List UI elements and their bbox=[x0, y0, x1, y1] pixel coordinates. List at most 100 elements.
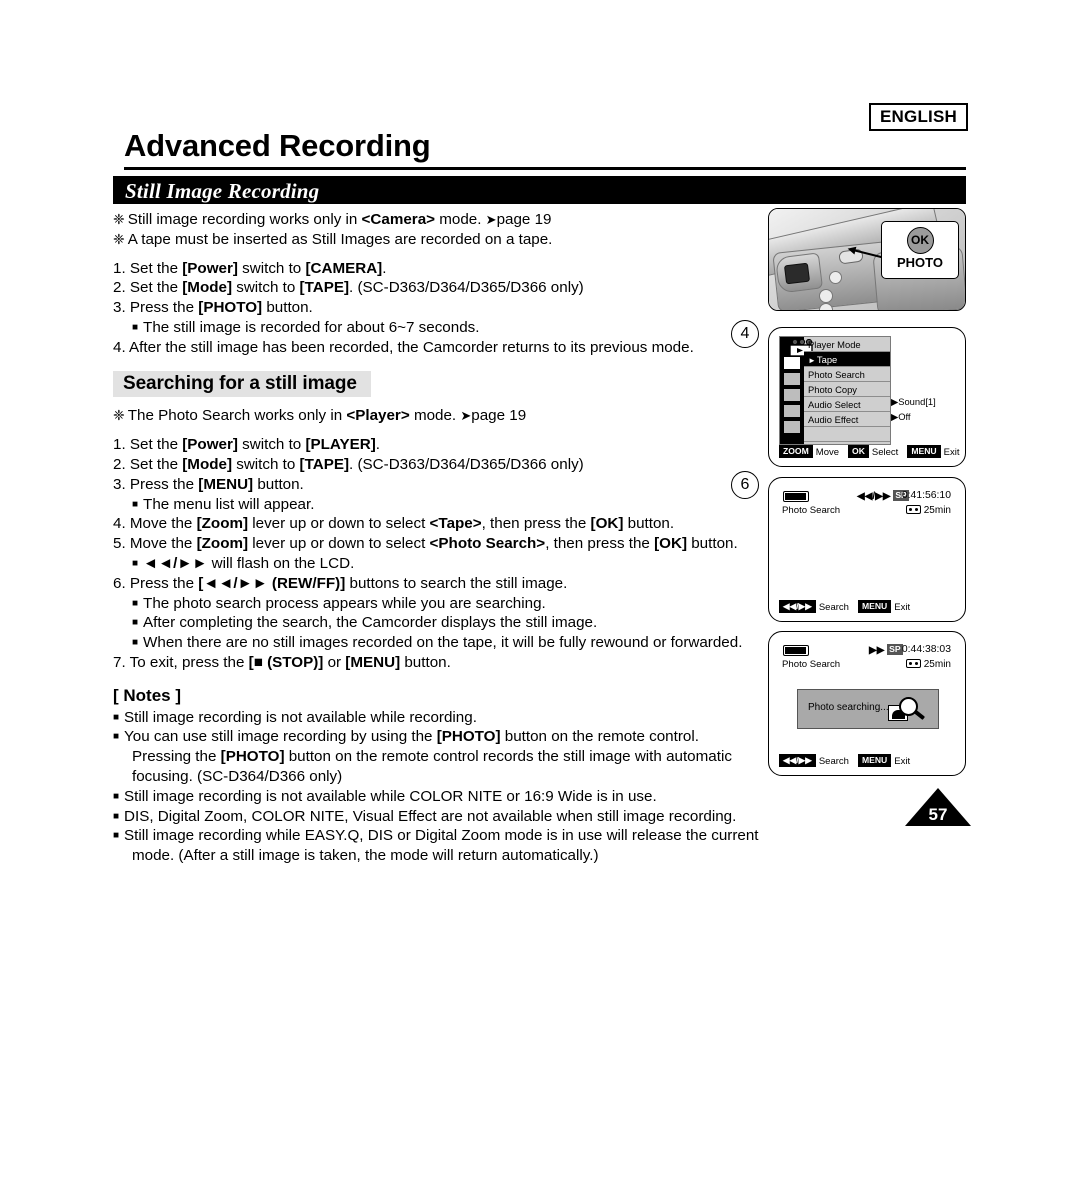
intro-bullet-2: ❈ A tape must be inserted as Still Images… bbox=[113, 230, 553, 248]
rew-ff-key-icon[interactable]: ◀◀/▶▶ bbox=[779, 600, 816, 613]
ok-button-icon: OK bbox=[906, 227, 934, 254]
gear-icon[interactable] bbox=[783, 420, 801, 434]
sp-badge: SP bbox=[887, 644, 903, 655]
menu-item-audio-select[interactable]: Audio Select bbox=[804, 397, 890, 412]
step-4: 4. After the still image has been record… bbox=[113, 338, 694, 356]
square-bullet-icon: ■ bbox=[113, 790, 120, 802]
search-step-6: 6. Press the [◄◄/►► (REW/FF)] buttons to… bbox=[113, 574, 568, 592]
battery-icon bbox=[783, 491, 809, 502]
square-bullet-icon: ■ bbox=[113, 711, 120, 723]
clover-icon: ❈ bbox=[113, 230, 125, 247]
exit-key-label: Exit bbox=[894, 756, 911, 767]
menu-item-audio-effect[interactable]: Audio Effect bbox=[804, 412, 890, 427]
photo-searching-status-box: Photo searching... bbox=[797, 689, 939, 729]
lcd-bottom-bar: ◀◀/▶▶ Search MENU Exit bbox=[779, 754, 919, 767]
note-3: ■ Still image recording is not available … bbox=[113, 787, 657, 805]
note-5-cont: mode. (After a still image is taken, the… bbox=[132, 847, 599, 865]
lcd-icon[interactable] bbox=[783, 388, 801, 402]
square-bullet-icon: ■ bbox=[113, 830, 120, 842]
lcd-remaining-text: 25min bbox=[923, 659, 951, 670]
zoom-key-icon[interactable]: ZOOM bbox=[779, 445, 813, 458]
lcd-photo-search-screen: Photo Search ◀◀/▶▶ SP 0:41:56:10 25min ◀… bbox=[768, 477, 966, 622]
menu-item-photo-search[interactable]: Photo Search bbox=[804, 367, 890, 382]
camcorder-button-b bbox=[819, 303, 833, 310]
camcorder-dial bbox=[829, 271, 842, 284]
square-bullet-icon: ■ bbox=[132, 498, 139, 510]
step-2: 2. Set the [Mode] switch to [TAPE]. (SC-… bbox=[113, 279, 584, 297]
note-2-cont: Pressing the [PHOTO] button on the remot… bbox=[132, 748, 732, 766]
battery-icon bbox=[783, 645, 809, 656]
menu-item-tape[interactable]: ►Tape bbox=[804, 352, 890, 367]
notes-heading: [ Notes ] bbox=[113, 685, 181, 705]
search-step-6-note-3: ■ When there are no still images recorded… bbox=[132, 634, 743, 652]
clover-icon: ❈ bbox=[113, 211, 125, 227]
menu-list: Player Mode ►Tape Photo Search Photo Cop… bbox=[779, 336, 891, 445]
menu-value-audio-effect: ▶Off bbox=[891, 411, 911, 422]
menu-item-label: Tape bbox=[816, 354, 838, 365]
photo-label: PHOTO bbox=[897, 255, 943, 270]
menu-value-audio-select: ▶Sound[1] bbox=[891, 396, 936, 407]
square-bullet-icon: ■ bbox=[132, 597, 139, 609]
search-step-7: 7. To exit, press the [■ (STOP)] or [MEN… bbox=[113, 653, 451, 671]
tv-icon[interactable] bbox=[783, 404, 801, 418]
square-bullet-icon: ■ bbox=[132, 637, 139, 649]
menu-title: Player Mode bbox=[804, 337, 890, 352]
photo-button-callout: OK PHOTO bbox=[881, 221, 959, 279]
search-step-6-note-2: ■ After completing the search, the Camcor… bbox=[132, 614, 598, 632]
square-bullet-icon: ■ bbox=[132, 321, 139, 333]
subheading-searching: Searching for a still image bbox=[113, 370, 768, 398]
search-key-label: Search bbox=[818, 602, 849, 613]
square-bullet-icon: ■ bbox=[113, 731, 120, 743]
cassette-icon bbox=[905, 505, 921, 514]
magnifier-photo-icon bbox=[888, 697, 926, 724]
menu-item-label: Audio Effect bbox=[808, 414, 859, 425]
lcd-mode-label: Photo Search bbox=[782, 659, 841, 670]
magnifier-handle-icon bbox=[913, 710, 926, 720]
menu-item-photo-copy[interactable]: Photo Copy bbox=[804, 382, 890, 397]
camcorder-button-a bbox=[819, 289, 833, 303]
menu-key-icon[interactable]: MENU bbox=[857, 754, 892, 767]
search-step-5: 5. Move the [Zoom] lever up or down to s… bbox=[113, 535, 738, 553]
note-1: ■ Still image recording is not available … bbox=[113, 708, 477, 726]
rew-ff-icon: ◀◀/▶▶ bbox=[857, 491, 891, 502]
body-content: ❈ Still image recording works only in <Ca… bbox=[113, 210, 768, 866]
search-key-label: Search bbox=[818, 756, 849, 767]
zoom-key-label: Move bbox=[815, 447, 840, 458]
player-mode-menu-screen: Player Mode ►Tape Photo Search Photo Cop… bbox=[768, 327, 966, 467]
menu-item-label: Audio Select bbox=[808, 399, 861, 410]
rew-ff-key-icon[interactable]: ◀◀/▶▶ bbox=[779, 754, 816, 767]
note-2: ■ You can use still image recording by us… bbox=[113, 728, 699, 746]
ok-key-label: Select bbox=[871, 447, 899, 458]
camcorder-eyecup bbox=[783, 262, 811, 285]
clover-icon: ❈ bbox=[113, 407, 125, 424]
page-title: Advanced Recording bbox=[124, 128, 431, 163]
step-1: 1. Set the [Power] switch to [CAMERA]. bbox=[113, 259, 387, 277]
search-step-2: 2. Set the [Mode] switch to [TAPE]. (SC-… bbox=[113, 455, 584, 473]
menu-key-icon[interactable]: MENU bbox=[907, 445, 941, 458]
searching-bullet: ❈ The Photo Search works only in <Player>… bbox=[113, 407, 527, 425]
lcd-photo-searching-screen: Photo Search ▶▶ SP 0:44:38:03 25min Phot… bbox=[768, 631, 966, 776]
lcd-remaining-text: 25min bbox=[923, 505, 951, 516]
note-2-cont2: focusing. (SC-D364/D366 only) bbox=[132, 767, 343, 785]
square-bullet-icon: ■ bbox=[132, 557, 139, 569]
arrow-icon: ➤ bbox=[460, 408, 472, 424]
intro-bullet-1: ❈ Still image recording works only in <Ca… bbox=[113, 211, 552, 228]
menu-item-label: Photo Copy bbox=[808, 384, 857, 395]
menu-rows: Player Mode ►Tape Photo Search Photo Cop… bbox=[804, 337, 890, 442]
search-step-3-note: ■ The menu list will appear. bbox=[132, 495, 315, 513]
search-step-1: 1. Set the [Power] switch to [PLAYER]. bbox=[113, 436, 381, 454]
section-banner: Still Image Recording bbox=[113, 176, 966, 204]
section-banner-label: Still Image Recording bbox=[125, 179, 320, 203]
title-divider bbox=[124, 167, 966, 170]
square-bullet-icon: ■ bbox=[132, 617, 139, 629]
tape-icon[interactable] bbox=[783, 356, 801, 370]
search-step-6-note-1: ■ The photo search process appears while … bbox=[132, 594, 546, 612]
ok-key-icon[interactable]: OK bbox=[848, 445, 869, 458]
lcd-timecode: 0:44:38:03 bbox=[901, 644, 951, 655]
menu-key-icon[interactable]: MENU bbox=[857, 600, 892, 613]
photo-copy-icon[interactable] bbox=[783, 372, 801, 386]
lcd-transport-indicator: ▶▶ SP bbox=[869, 644, 903, 656]
menu-bottom-bar: ZOOM Move OK Select MENU Exit bbox=[779, 445, 968, 458]
lcd-mode-label: Photo Search bbox=[782, 505, 841, 516]
page-number: 57 bbox=[928, 805, 948, 824]
